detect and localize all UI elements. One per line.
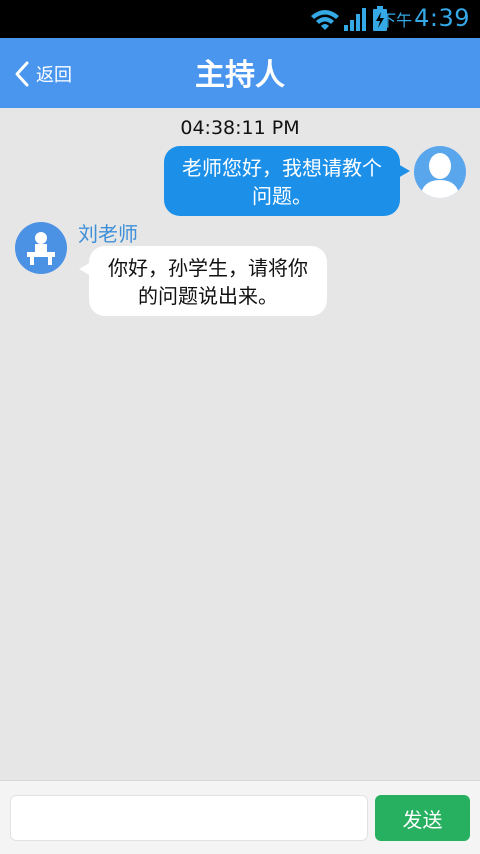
status-clock: 下午 4:39 xyxy=(380,4,470,32)
message-timestamp: 04:38:11 PM xyxy=(180,117,300,139)
status-bar: 下午 4:39 xyxy=(0,0,480,38)
sender-name: 刘老师 xyxy=(78,222,138,246)
message-line: 老师您好，我想请教个 xyxy=(182,156,382,180)
signal-icon xyxy=(344,8,366,31)
message-line: 你好，孙学生，请将你 xyxy=(108,256,308,280)
status-ampm: 下午 xyxy=(380,11,413,30)
title-bar: 返回 主持人 xyxy=(0,38,480,108)
status-icons xyxy=(310,5,388,33)
message-line: 的问题说出来。 xyxy=(138,284,278,308)
message-line: 问题。 xyxy=(252,184,312,208)
outgoing-message-bubble[interactable]: 老师您好，我想请教个 问题。 xyxy=(164,146,410,216)
send-button[interactable]: 发送 xyxy=(375,795,470,841)
teacher-avatar-icon[interactable] xyxy=(15,222,67,274)
chat-area[interactable]: 04:38:11 PM 老师您好，我想请教个 问题。 刘老师 你好，孙学生，请将… xyxy=(0,108,480,780)
wifi-icon xyxy=(311,10,339,30)
message-composer: 发送 xyxy=(0,780,480,854)
message-input[interactable] xyxy=(10,795,368,841)
incoming-message-bubble[interactable]: 你好，孙学生，请将你 的问题说出来。 xyxy=(79,246,327,316)
user-avatar-icon[interactable] xyxy=(414,146,466,198)
page-title: 主持人 xyxy=(195,58,285,93)
status-time: 4:39 xyxy=(414,4,470,32)
